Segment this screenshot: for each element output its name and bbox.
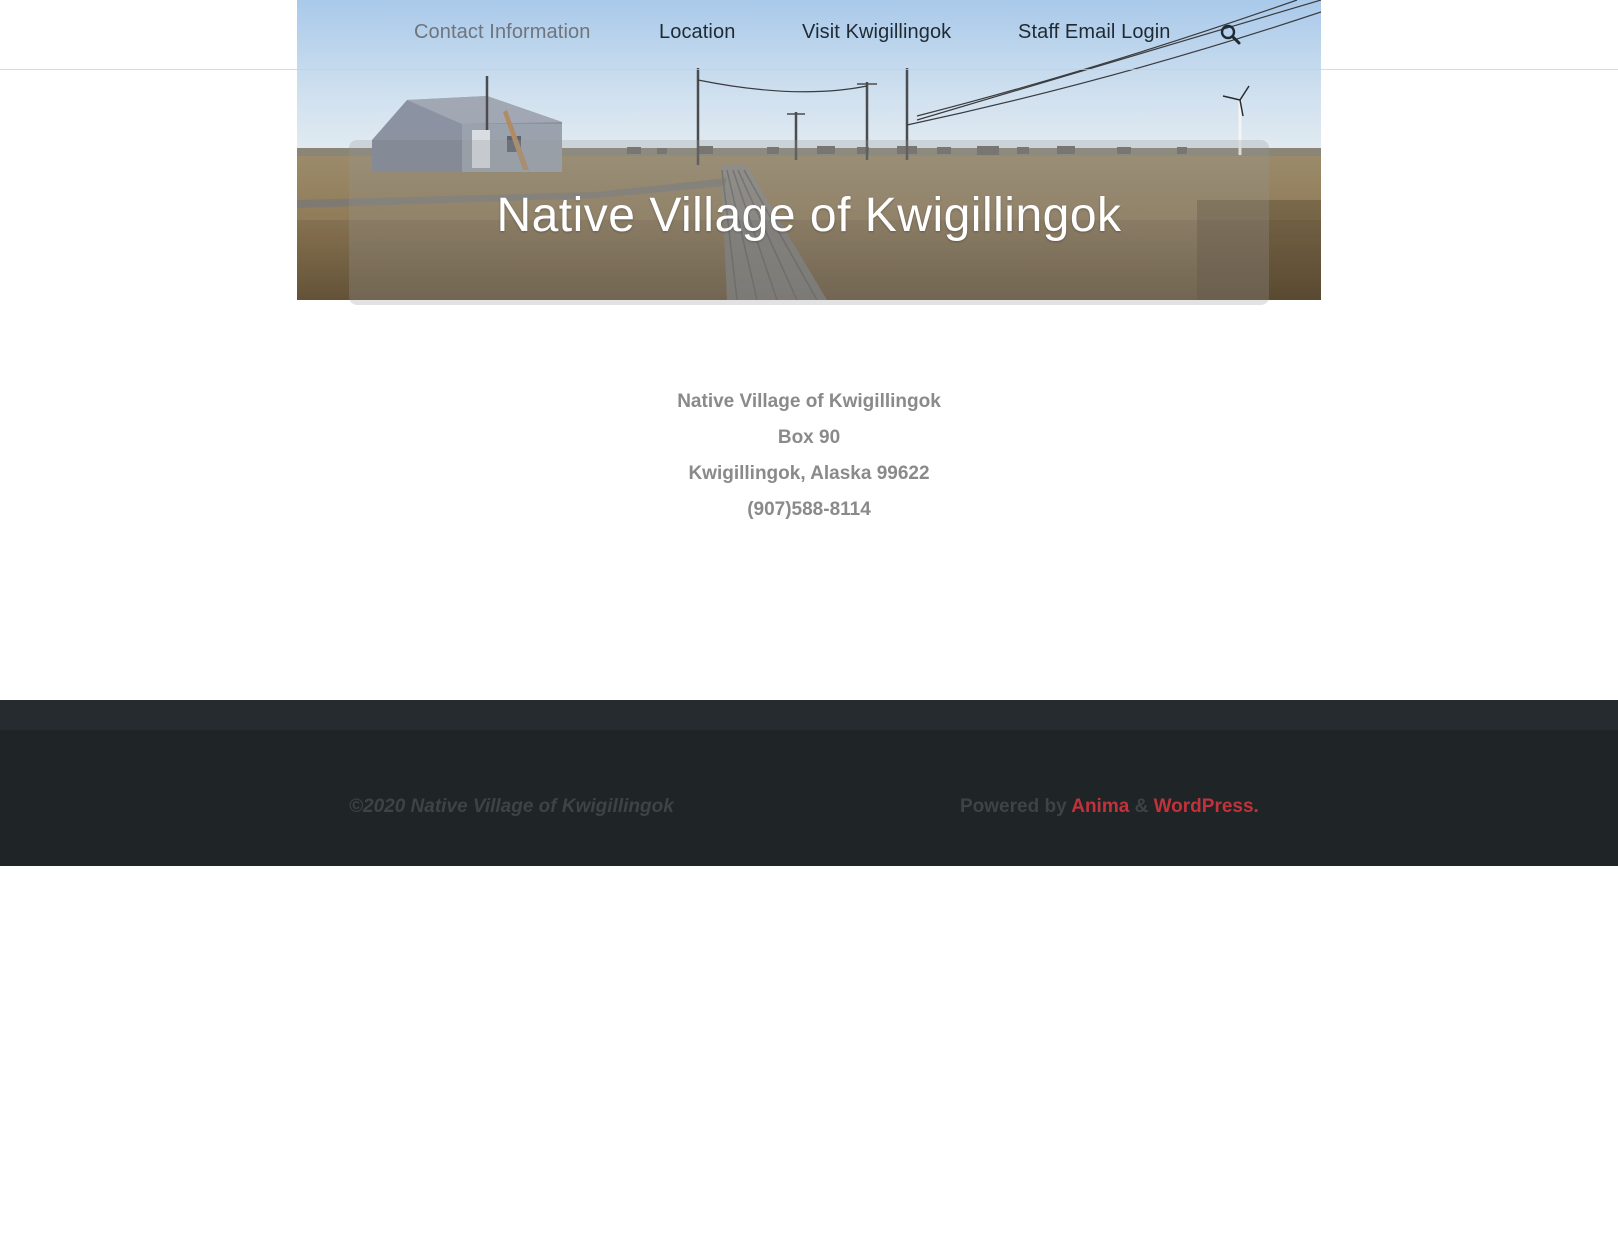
powered-amp: & — [1129, 796, 1154, 817]
page-title: Native Village of Kwigillingok — [496, 189, 1122, 242]
nav-bg-left — [0, 0, 297, 69]
footer-powered-by: Powered by Anima & WordPress. — [960, 796, 1259, 818]
nav-bg-right — [1321, 0, 1618, 69]
footer-copyright: ©2020 Native Village of Kwigillingok — [349, 796, 674, 817]
contact-block: Native Village of Kwigillingok Box 90 Kw… — [509, 384, 1109, 528]
powered-prefix: Powered by — [960, 796, 1072, 817]
powered-period: . — [1253, 796, 1259, 817]
footer-widget-strip — [0, 700, 1618, 730]
top-nav: Contact Information Location Visit Kwigi… — [0, 0, 1618, 70]
contact-phone: (907)588-8114 — [747, 499, 871, 520]
anima-link[interactable]: Anima — [1071, 796, 1129, 817]
contact-city: Kwigillingok, Alaska 99622 — [688, 463, 930, 484]
nav-contact-information[interactable]: Contact Information — [414, 21, 590, 44]
nav-visit-kwigillingok[interactable]: Visit Kwigillingok — [802, 21, 951, 44]
search-icon[interactable] — [1220, 24, 1242, 46]
nav-staff-email-login[interactable]: Staff Email Login — [1018, 21, 1171, 44]
contact-box: Box 90 — [777, 427, 841, 448]
nav-location[interactable]: Location — [659, 21, 735, 44]
wordpress-link[interactable]: WordPress — [1154, 796, 1254, 817]
contact-name: Native Village of Kwigillingok — [677, 391, 941, 412]
footer — [0, 730, 1618, 866]
